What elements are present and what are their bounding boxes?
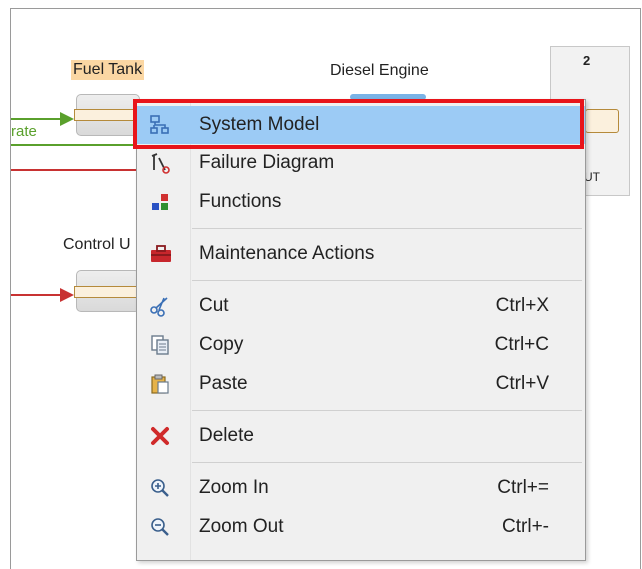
- fuel-tank-port[interactable]: [74, 109, 140, 121]
- zoom-out-icon: [149, 516, 171, 538]
- fuel-flow-line[interactable]: [11, 118, 61, 120]
- menu-separator: [192, 410, 582, 411]
- right-block-number: 2: [583, 53, 591, 68]
- control-signal-arrowhead: [60, 288, 74, 302]
- menu-separator: [192, 228, 582, 229]
- copy-icon: [149, 334, 171, 356]
- menu-separator: [192, 280, 582, 281]
- screenshot-frame: Fuel Tank Diesel Engine Control U rate 2…: [0, 0, 642, 569]
- menu-separator: [192, 462, 582, 463]
- menu-item-cut[interactable]: Cut Ctrl+X: [137, 287, 585, 325]
- menu-item-label: Copy: [199, 334, 244, 355]
- fuel-flow-arrowhead: [60, 112, 74, 126]
- menu-item-label: Zoom In: [199, 477, 269, 498]
- menu-item-maintenance-actions[interactable]: Maintenance Actions: [137, 235, 585, 273]
- menu-item-failure-diagram[interactable]: Failure Diagram: [137, 144, 585, 182]
- menu-item-label: Functions: [199, 191, 282, 212]
- flow-rate-label: rate: [11, 123, 37, 140]
- diesel-engine-label: Diesel Engine: [330, 62, 429, 79]
- menu-item-label: Zoom Out: [199, 516, 284, 537]
- fuel-return-line[interactable]: [11, 144, 141, 146]
- menu-item-shortcut: Ctrl+X: [495, 295, 549, 316]
- control-signal-line[interactable]: [11, 294, 61, 296]
- menu-item-label: Paste: [199, 373, 248, 394]
- scissors-icon: [149, 295, 171, 317]
- toolbox-icon: [149, 243, 171, 265]
- zoom-in-icon: [149, 477, 171, 499]
- menu-item-label: Maintenance Actions: [199, 243, 375, 264]
- menu-item-label: Failure Diagram: [199, 152, 335, 173]
- menu-item-zoom-out[interactable]: Zoom Out Ctrl+-: [137, 508, 585, 546]
- control-unit-port[interactable]: [74, 286, 140, 298]
- delete-icon: [149, 425, 171, 447]
- menu-item-copy[interactable]: Copy Ctrl+C: [137, 326, 585, 364]
- control-unit-label: Control U: [63, 236, 131, 253]
- functions-icon: [149, 191, 171, 213]
- menu-item-paste[interactable]: Paste Ctrl+V: [137, 365, 585, 403]
- right-block-port-label: UT: [584, 170, 600, 184]
- menu-item-shortcut: Ctrl+C: [494, 334, 549, 355]
- selected-item-highlight-outline: [133, 99, 584, 149]
- menu-item-shortcut: Ctrl+V: [495, 373, 549, 394]
- menu-item-shortcut: Ctrl+-: [502, 516, 549, 537]
- menu-item-delete[interactable]: Delete: [137, 417, 585, 455]
- right-block-port[interactable]: [585, 109, 619, 133]
- signal-line-top[interactable]: [11, 169, 141, 171]
- failure-diagram-icon: [149, 152, 171, 174]
- context-menu: System Model Failure Diagram Functions M…: [136, 99, 586, 561]
- menu-item-label: Cut: [199, 295, 229, 316]
- fuel-tank-label: Fuel Tank: [71, 60, 145, 80]
- paste-icon: [149, 373, 171, 395]
- menu-item-shortcut: Ctrl+=: [497, 477, 549, 498]
- menu-item-zoom-in[interactable]: Zoom In Ctrl+=: [137, 469, 585, 507]
- menu-item-label: Delete: [199, 425, 254, 446]
- menu-item-functions[interactable]: Functions: [137, 183, 585, 221]
